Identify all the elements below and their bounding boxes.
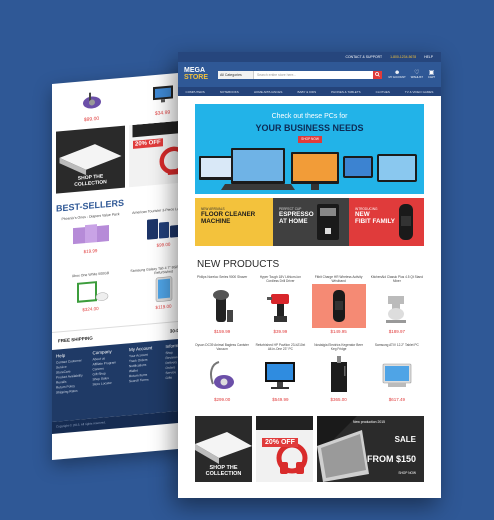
product-card[interactable]: $99.00 — [62, 84, 122, 127]
product-name: Fitbit Charge HR Wireless Activity Wrist… — [314, 275, 363, 283]
contact-link[interactable]: CONTACT & SUPPORT — [346, 55, 383, 59]
product-card[interactable]: Philips Norelco Series 9000 Shaver $159.… — [193, 274, 251, 342]
product-name: Hyper Tough 18V Lithium-Ion Cordless Dri… — [259, 275, 301, 283]
product-name: Samsung ATIV 12.2" Tablet PC — [374, 343, 419, 347]
nav-item-clothes[interactable]: CLOTHES — [376, 90, 390, 94]
product-card[interactable]: Refurbished HP Pavilion 23-b210xt All-in… — [251, 342, 309, 410]
promo-title: FIBIT FAMILY — [355, 217, 395, 225]
product-name: KitchenAid Classic Plus 4.5 Qt Stand Mix… — [370, 275, 423, 283]
footer-column-company: Company About us Affiliate Program Caree… — [93, 348, 126, 415]
collection-banner[interactable]: SHOP THE COLLECTION — [195, 416, 252, 482]
product-card[interactable]: Samsung ATIV 12.2" Tablet PC $617.49 — [368, 342, 426, 410]
product-name: Refurbished HP Pavilion 23-b210xt All-in… — [255, 343, 306, 351]
product-card[interactable]: Hyper Tough 18V Lithium-Ion Cordless Dri… — [251, 274, 309, 342]
promo-title: MACHINE — [201, 217, 231, 225]
drill-icon — [253, 284, 307, 328]
cart-label: CART — [427, 76, 435, 79]
promo-title: AT HOME — [279, 217, 308, 225]
promo-floor-cleaner[interactable]: NEW ARRIVALS FLOOR CLEANER MACHINE — [195, 198, 273, 246]
product-card[interactable]: Dyson DC39 Animal Bagless Canister Vacuu… — [193, 342, 251, 410]
fridge-icon — [312, 352, 366, 396]
product-price: $39.99 — [273, 329, 288, 334]
new-products-grid: Philips Norelco Series 9000 Shaver $159.… — [193, 274, 426, 410]
sale-banner[interactable]: New production 2015 SALE FROM $150 SHOP … — [317, 416, 424, 482]
search-bar: All Categories Search entire store here.… — [218, 70, 383, 79]
bottom-banners: SHOP THE COLLECTION 20% OFF New productio… — [195, 416, 424, 482]
top-bar: CONTACT & SUPPORT 1-800-1234-5678 HELP — [178, 52, 441, 62]
main-nav: COMPUTERS NOTEBOOKS HOME APPLIANCES BABY… — [178, 87, 441, 96]
product-card[interactable]: Nostalgia Electrics Kegerator Beer Keg F… — [310, 342, 368, 410]
search-input[interactable]: Search entire store here... — [254, 73, 373, 77]
product-price: $149.95 — [330, 329, 347, 334]
product-price: $365.00 — [330, 397, 347, 402]
account-button[interactable]: ☻ MY ACCOUNT — [388, 70, 405, 79]
headphones-icon — [256, 416, 313, 474]
discount-banner[interactable]: 20% OFF — [256, 416, 313, 482]
nav-item-computers[interactable]: COMPUTERS — [186, 90, 205, 94]
promo-strip: NEW ARRIVALS FLOOR CLEANER MACHINE PERFEC… — [195, 198, 424, 246]
cart-button[interactable]: ▣ CART — [428, 70, 435, 79]
promo-fitbit[interactable]: INTRODUCING NEW FIBIT FAMILY — [349, 198, 424, 246]
monitor-icon — [253, 352, 307, 396]
from-price: FROM $150 — [366, 454, 416, 464]
fitness-band-icon — [311, 284, 366, 328]
header-icons: ☻ MY ACCOUNT ♡ WISHLIST ▣ CART — [388, 70, 435, 79]
footer-column-help: Help Contact Customer Service StoreCare … — [56, 351, 89, 418]
help-link[interactable]: HELP — [424, 55, 433, 59]
sale-label: SALE — [394, 435, 416, 444]
mixer-icon — [370, 284, 424, 328]
discount-badge: 20% OFF — [262, 438, 298, 447]
nav-item-phones-tablets[interactable]: PHONES & TABLETS — [331, 90, 360, 94]
product-card[interactable]: Fitbit Charge HR Wireless Activity Wrist… — [310, 274, 368, 342]
free-shipping-label: FREE SHIPPING — [58, 335, 93, 344]
product-card[interactable]: KitchenAid Classic Plus 4.5 Qt Stand Mix… — [368, 274, 426, 342]
collection-label: COLLECTION — [205, 470, 242, 477]
product-name: Dyson DC39 Animal Bagless Canister Vacuu… — [195, 343, 249, 351]
account-label: MY ACCOUNT — [388, 76, 406, 79]
product-price: $617.49 — [388, 397, 406, 402]
nav-item-notebooks[interactable]: NOTEBOOKS — [220, 90, 239, 94]
product-price: $299.00 — [213, 397, 231, 402]
phone-number: 1-800-1234-5678 — [390, 55, 417, 59]
search-button[interactable] — [373, 70, 383, 79]
shop-now-link[interactable]: SHOP NOW — [398, 471, 416, 475]
tablet-icon — [370, 352, 424, 396]
footer-column-account: My Account Your Account Track Orders Not… — [129, 344, 162, 411]
collection-banner[interactable]: SHOP THE COLLECTION — [56, 125, 125, 194]
promo-espresso[interactable]: PERFECT CUP ESPRESSO AT HOME — [273, 198, 349, 246]
product-price: $159.99 — [213, 329, 231, 334]
product-price: $189.97 — [388, 329, 406, 334]
nav-item-tv-games[interactable]: TV & VIDEO GAMES — [405, 90, 434, 94]
logo-line-2: STORE — [184, 73, 208, 81]
wishlist-label: WISHLIST — [410, 76, 423, 79]
hero-shop-button[interactable]: SHOP NOW — [298, 136, 322, 143]
new-products-title: NEW PRODUCTS — [197, 259, 280, 270]
product-card[interactable]: Phoenix's Ones - Diapers Value Pack $19.… — [54, 209, 127, 273]
wishlist-button[interactable]: ♡ WISHLIST — [411, 70, 423, 79]
shaver-icon — [195, 284, 249, 328]
nav-item-home-appliances[interactable]: HOME APPLIANCES — [254, 90, 283, 94]
search-icon — [375, 72, 381, 77]
hero-subtitle: Check out these PCs for — [271, 113, 348, 120]
vacuum-icon — [62, 84, 122, 117]
front-page-preview: CONTACT & SUPPORT 1-800-1234-5678 HELP M… — [178, 52, 441, 498]
category-select[interactable]: All Categories — [218, 70, 254, 79]
product-price: $549.99 — [272, 397, 289, 402]
vacuum-icon — [195, 352, 249, 396]
site-header: MEGA STORE All Categories Search entire … — [178, 62, 441, 87]
product-name: Philips Norelco Series 9000 Shaver — [197, 275, 248, 279]
new-production-label: New production 2015 — [353, 420, 386, 424]
product-name: Nostalgia Electrics Kegerator Beer Keg F… — [314, 343, 363, 351]
product-card[interactable]: Xbox One White 500GB $324.00 — [54, 267, 127, 331]
store-logo[interactable]: MEGA STORE — [184, 67, 212, 81]
nav-item-baby-kids[interactable]: BABY & KIDS — [297, 90, 316, 94]
hero-title: YOUR BUSINESS NEEDS — [255, 123, 364, 133]
hero-banner[interactable]: Check out these PCs for YOUR BUSINESS NE… — [195, 104, 424, 194]
